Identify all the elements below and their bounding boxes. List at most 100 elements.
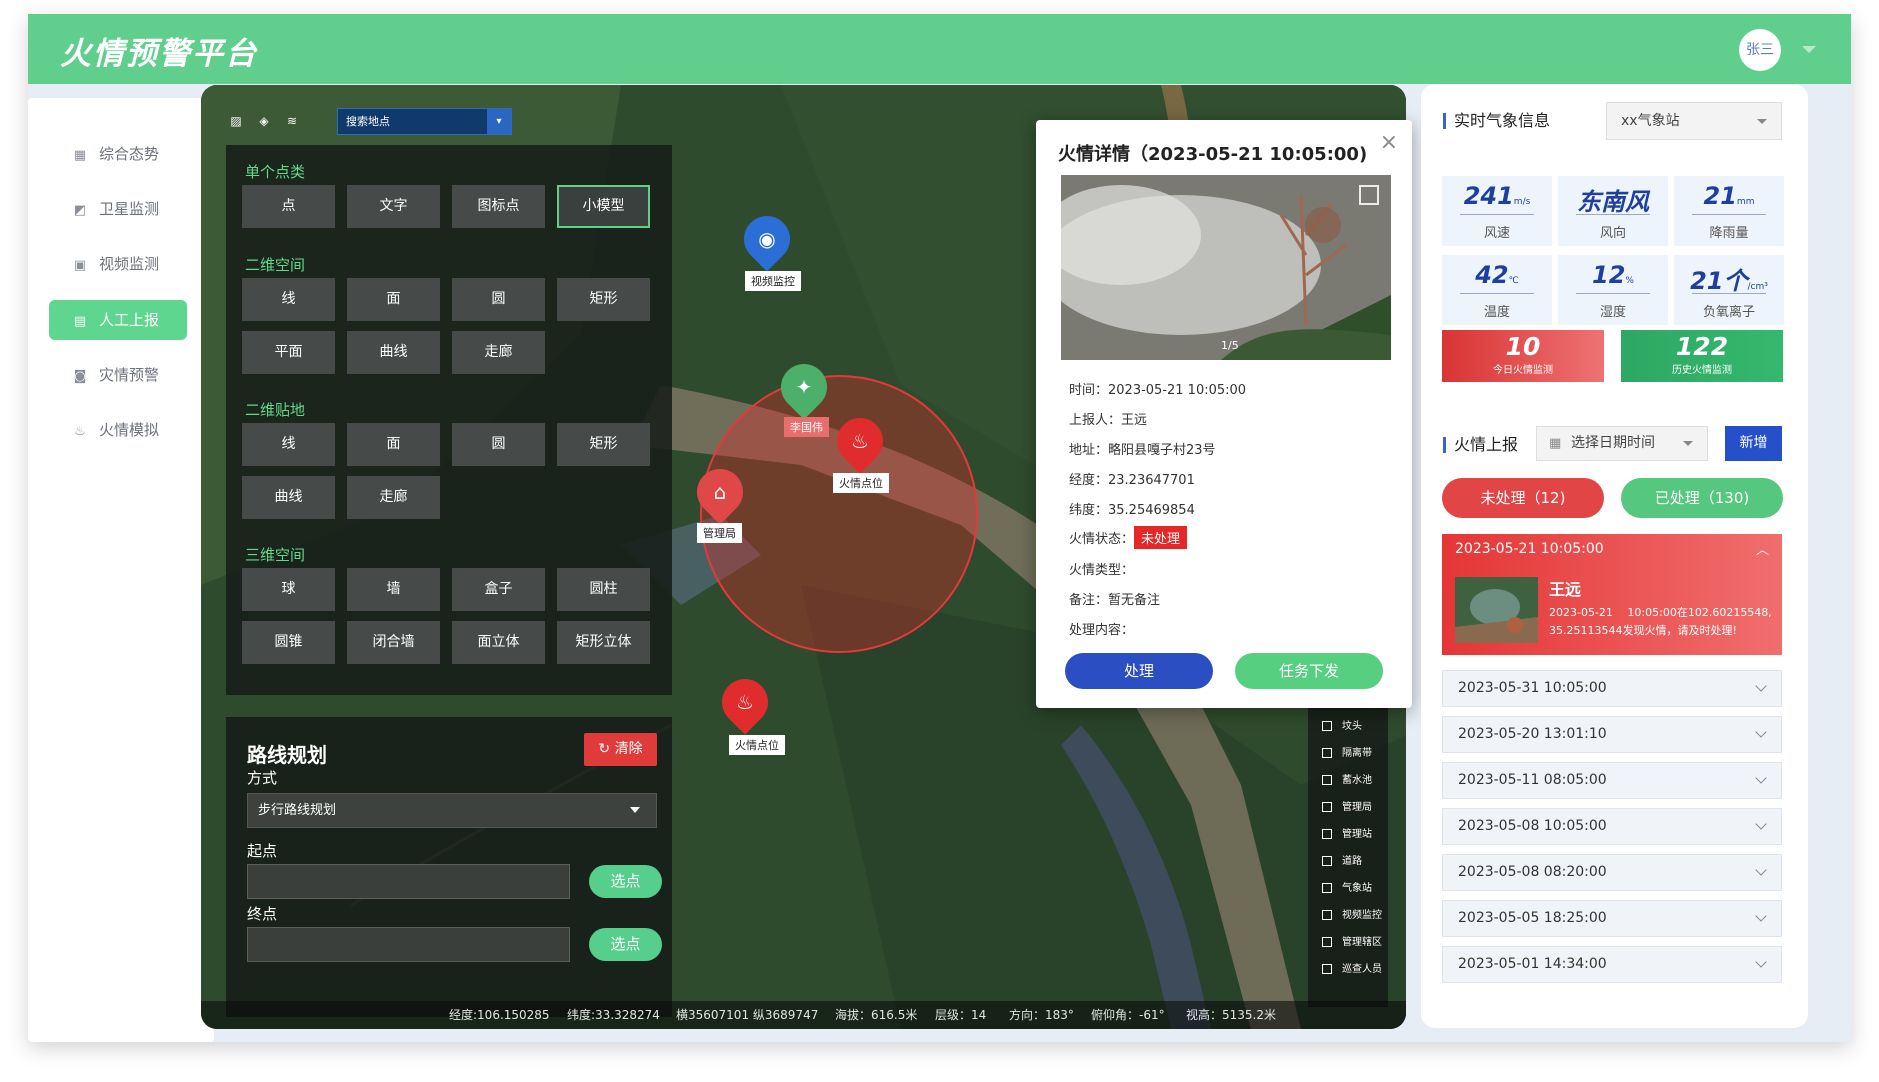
image-layer-icon[interactable]: ▨ [225, 111, 247, 131]
fire-marker-2[interactable]: ♨ [712, 669, 778, 735]
tool-box-button[interactable]: 盒子 [452, 568, 545, 611]
chevron-down-icon [630, 807, 640, 813]
date-time-picker[interactable]: ▦ 选择日期时间 [1536, 426, 1708, 461]
tool-2d-plane-button[interactable]: 平面 [242, 331, 335, 374]
checkbox[interactable] [1322, 748, 1332, 758]
start-point-input[interactable] [247, 864, 570, 899]
sidebar-item-satellite[interactable]: ◩ 卫星监测 [49, 189, 187, 229]
search-place-select[interactable]: 搜索地点 ▾ [337, 108, 512, 135]
legend-item[interactable]: 蓄水池 [1322, 771, 1372, 786]
tool-ground-curve-button[interactable]: 曲线 [242, 476, 335, 519]
sidebar-item-disaster-alert[interactable]: ◙ 灾情预警 [49, 355, 187, 395]
report-item[interactable]: 2023-05-11 08:05:00 [1442, 762, 1782, 799]
end-point-input[interactable] [247, 927, 570, 962]
clear-button[interactable]: ↻ 清除 [584, 733, 657, 766]
user-menu-caret-icon[interactable] [1802, 46, 1816, 53]
checkbox[interactable] [1322, 937, 1332, 947]
station-marker[interactable]: ⌂ [687, 459, 753, 525]
checkbox[interactable] [1322, 721, 1332, 731]
report-item[interactable]: 2023-05-20 13:01:10 [1442, 716, 1782, 753]
person-marker-label: 李国伟 [784, 417, 829, 437]
pick-start-button[interactable]: 选点 [589, 865, 662, 898]
today-fire-label: 今日火情监测 [1493, 365, 1553, 376]
legend-item[interactable]: 管理局 [1322, 798, 1372, 813]
sidebar-item-label: 灾情预警 [99, 366, 160, 384]
tool-ground-corridor-button[interactable]: 走廊 [347, 476, 440, 519]
tool-2d-polygon-button[interactable]: 面 [347, 278, 440, 321]
tool-cylinder-button[interactable]: 圆柱 [557, 568, 650, 611]
user-avatar[interactable]: 张三 [1739, 29, 1781, 71]
video-marker[interactable]: ◉ [734, 206, 800, 272]
report-item-expanded[interactable]: 2023-05-21 10:05:00 ︿ 王远 2023-05-21 10:0… [1442, 534, 1782, 655]
tool-2d-line-button[interactable]: 线 [242, 278, 335, 321]
checkbox[interactable] [1322, 964, 1332, 974]
legend-item[interactable]: 隔离带 [1322, 744, 1372, 759]
checkbox[interactable] [1322, 775, 1332, 785]
checkbox[interactable] [1322, 883, 1332, 893]
fire-photo[interactable]: 1/5 [1061, 175, 1391, 360]
checkbox[interactable] [1322, 802, 1332, 812]
close-icon[interactable]: × [1380, 130, 1398, 155]
tool-icon-point-button[interactable]: 图标点 [452, 185, 545, 228]
chevron-down-icon[interactable]: ▾ [487, 109, 511, 134]
tool-ground-polygon-button[interactable]: 面 [347, 423, 440, 466]
tool-sphere-button[interactable]: 球 [242, 568, 335, 611]
tool-polygon-solid-button[interactable]: 面立体 [452, 621, 545, 664]
dispatch-task-button[interactable]: 任务下发 [1235, 653, 1383, 689]
weather-station-select[interactable]: xx气象站 [1606, 102, 1782, 140]
report-item[interactable]: 2023-05-08 10:05:00 [1442, 808, 1782, 845]
search-place-text: 搜索地点 [346, 115, 390, 128]
fire-time: 时间：2023-05-21 10:05:00 [1069, 383, 1247, 398]
tool-2d-curve-button[interactable]: 曲线 [347, 331, 440, 374]
tool-closed-wall-button[interactable]: 闭合墙 [347, 621, 440, 664]
legend-item[interactable]: 气象站 [1322, 879, 1372, 894]
add-report-button[interactable]: 新增 [1725, 426, 1782, 461]
photo-counter: 1/5 [1221, 339, 1239, 352]
person-marker[interactable]: ✦ [771, 354, 837, 420]
report-item[interactable]: 2023-05-08 08:20:00 [1442, 854, 1782, 891]
weather-card-temperature: 42℃ 温度 [1442, 255, 1552, 325]
sidebar-item-video[interactable]: ▣ 视频监测 [49, 244, 187, 284]
terrain-icon[interactable]: ≋ [281, 111, 303, 131]
tool-2d-corridor-button[interactable]: 走廊 [452, 331, 545, 374]
tool-ground-rect-button[interactable]: 矩形 [557, 423, 650, 466]
pick-end-button[interactable]: 选点 [589, 928, 662, 961]
tool-wall-button[interactable]: 墙 [347, 568, 440, 611]
expand-icon[interactable] [1359, 185, 1379, 205]
checkbox[interactable] [1322, 829, 1332, 839]
handle-button[interactable]: 处理 [1065, 653, 1213, 689]
status-height: 视高：5135.2米 [1186, 1008, 1276, 1022]
route-mode-select[interactable]: 步行路线规划 [247, 793, 657, 828]
tool-2d-rect-button[interactable]: 矩形 [557, 278, 650, 321]
sidebar-item-manual-report[interactable]: ▤ 人工上报 [49, 300, 187, 340]
legend-item[interactable]: 坟头 [1322, 717, 1362, 732]
report-thumbnail[interactable] [1455, 577, 1538, 643]
legend-item[interactable]: 道路 [1322, 852, 1362, 867]
checkbox[interactable] [1322, 856, 1332, 866]
chevron-up-icon[interactable]: ︿ [1756, 539, 1769, 558]
legend-item[interactable]: 视频监控 [1322, 906, 1382, 921]
tool-cone-button[interactable]: 圆锥 [242, 621, 335, 664]
tool-rect-solid-button[interactable]: 矩形立体 [557, 621, 650, 664]
legend-item[interactable]: 巡查人员 [1322, 960, 1382, 975]
tool-small-model-button[interactable]: 小模型 [557, 185, 650, 228]
report-item[interactable]: 2023-05-31 10:05:00 [1442, 670, 1782, 707]
tool-point-button[interactable]: 点 [242, 185, 335, 228]
tool-ground-line-button[interactable]: 线 [242, 423, 335, 466]
weather-card-humidity: 12% 湿度 [1558, 255, 1668, 325]
tool-text-button[interactable]: 文字 [347, 185, 440, 228]
tool-2d-circle-button[interactable]: 圆 [452, 278, 545, 321]
legend-item[interactable]: 管理站 [1322, 825, 1372, 840]
legend-item[interactable]: 管理辖区 [1322, 933, 1382, 948]
tab-pending[interactable]: 未处理（12) [1442, 478, 1604, 518]
tab-processed[interactable]: 已处理（130) [1621, 478, 1783, 518]
fire-marker[interactable]: ♨ [827, 408, 893, 474]
checkbox[interactable] [1322, 910, 1332, 920]
sidebar-item-fire-sim[interactable]: ♨ 火情模拟 [49, 410, 187, 450]
report-item[interactable]: 2023-05-01 14:34:00 [1442, 946, 1782, 983]
report-item[interactable]: 2023-05-05 18:25:00 [1442, 900, 1782, 937]
layers-icon[interactable]: ◈ [253, 111, 275, 131]
station-marker-label: 管理局 [697, 523, 742, 543]
tool-ground-circle-button[interactable]: 圆 [452, 423, 545, 466]
sidebar-item-overview[interactable]: ▦ 综合态势 [49, 134, 187, 174]
